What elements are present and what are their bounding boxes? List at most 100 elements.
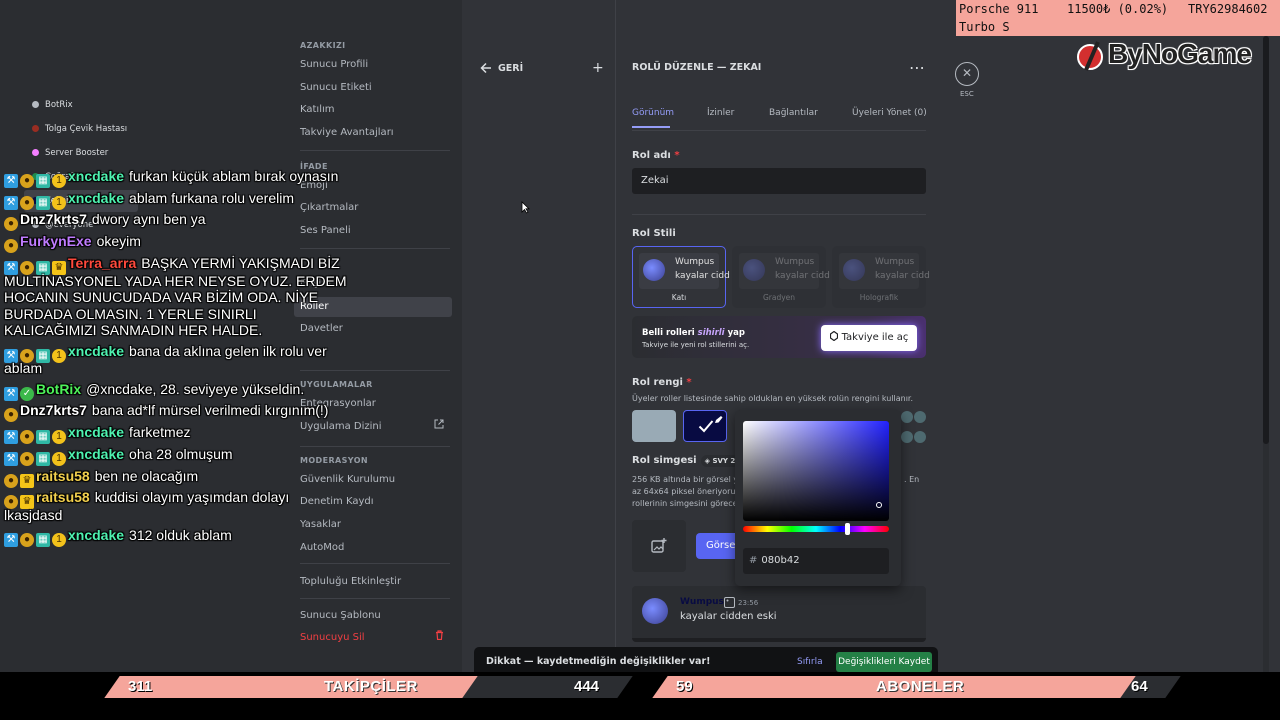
tab-manage-members[interactable]: Üyeleri Yönet (0)	[852, 108, 927, 118]
required-mark: *	[686, 377, 692, 388]
color-preset[interactable]	[901, 411, 913, 423]
chat-message: ● FurkynExe okeyim	[4, 233, 141, 254]
color-preset[interactable]	[914, 411, 926, 423]
chat-badge-mod-icon: ⚒	[4, 430, 18, 445]
style-card-holographic[interactable]: Wumpus kayalar cidd Holografik	[832, 246, 930, 308]
chat-badge-mod-icon: ⚒	[4, 174, 18, 188]
mouse-cursor-icon	[521, 201, 530, 217]
hue-slider[interactable]	[743, 523, 889, 535]
image-add-icon	[651, 538, 667, 557]
back-button[interactable]: GERİ	[480, 61, 530, 77]
server-level-badge: ◈ SVY 2	[700, 455, 740, 467]
role-name-label: Rol adı *	[632, 150, 680, 161]
chat-badge-gift-icon: ▦	[36, 533, 50, 548]
chat-message: ⚒ ● ▦ 1 xncdake ablam furkana rolu verelim	[4, 190, 294, 210]
avatar	[843, 259, 865, 281]
preview-message-text: kayalar cidden eski	[680, 611, 777, 622]
chat-text: BAŞKA YERMİ YAKIŞMADI BİZ	[141, 254, 340, 271]
style-card-gradient[interactable]: Wumpus kayalar cidd Gradyen	[732, 246, 830, 308]
chat-username: raitsu58	[36, 489, 90, 506]
chat-badge-sub-icon: ●	[20, 195, 34, 210]
chat-badge-sub-icon: ●	[20, 174, 34, 188]
style-preview-text: kayalar cidd	[675, 271, 730, 281]
default-color-swatch[interactable]	[632, 410, 676, 442]
pencil-icon	[714, 414, 723, 427]
color-preset[interactable]	[914, 431, 926, 443]
chat-text: 312 olduk ablam	[129, 527, 232, 544]
followers-title: TAKİPÇİLER	[324, 678, 418, 695]
trash-icon	[435, 628, 444, 648]
stream-chat-overlay: ⚒ ● ▦ 1 xncdake furkan küçük ablam bırak oyna…	[4, 0, 364, 600]
more-options-button[interactable]: ⋯	[909, 58, 925, 77]
tab-active-indicator	[632, 126, 670, 128]
chat-badge-mod-icon: ⚒	[4, 386, 18, 401]
avatar	[743, 259, 765, 281]
role-name-input[interactable]: Zekai	[632, 168, 926, 194]
style-preview-name: Wumpus	[675, 257, 715, 267]
chat-username: BotRix	[36, 380, 82, 397]
chat-text: dwory aynı ben ya	[91, 211, 206, 228]
style-card-solid[interactable]: Wumpus kayalar cidd Katı	[632, 246, 730, 308]
close-settings-button[interactable]: ✕	[955, 62, 979, 86]
saturation-value-area[interactable]	[743, 421, 889, 521]
chat-message: ● Dnz7krts7 bana ad*lf mürsel verilmedi kı…	[4, 402, 328, 423]
tab-links[interactable]: Bağlantılar	[769, 108, 818, 118]
chat-username: xncdake	[68, 168, 125, 184]
chat-badge-gift-icon: ▦	[36, 174, 50, 188]
chat-username: xncdake	[68, 189, 125, 206]
chat-badge-gift-icon: ▦	[36, 451, 50, 466]
boost-button-label: Takviye ile aç	[841, 332, 909, 343]
role-preview-message: Wumpus 23:56 kayalar cidden eski	[632, 586, 926, 642]
chat-badge-sub-icon: ●	[20, 430, 34, 445]
chat-badge-coin-icon: 1	[52, 174, 66, 188]
chat-text-continued: BURDADA OLMASIN. 1 YERLE SINIRLI	[4, 305, 257, 322]
role-icon-label: Rol simgesi ◈ SVY 2	[632, 455, 740, 467]
esc-label: ESC	[960, 90, 974, 98]
save-changes-button[interactable]: Değişiklikleri Kaydet	[836, 652, 932, 672]
tab-display[interactable]: Görünüm	[632, 108, 674, 118]
chat-badge-mod-icon: ⚒	[4, 195, 18, 210]
chat-badge-sub-icon: ●	[20, 451, 34, 466]
chat-username: FurkynExe	[20, 233, 92, 250]
hex-color-input[interactable]: #080b42	[743, 548, 889, 574]
chat-text-continued: ablam	[4, 360, 43, 377]
saturation-handle[interactable]	[876, 502, 882, 508]
custom-color-swatch[interactable]	[683, 410, 727, 442]
followers-stripe	[104, 676, 480, 698]
role-color-hint: Üyeler roller listesinde sahip oldukları…	[632, 394, 914, 403]
chat-text: @xncdake, 28. seviyeye yükseldin.	[86, 380, 305, 397]
role-color-label: Rol rengi *	[632, 377, 692, 388]
chat-badge-coin-icon: 1	[52, 195, 66, 210]
hue-handle[interactable]	[845, 523, 850, 535]
style-preview-text: kayalar cidd	[775, 271, 830, 281]
chat-text: okeyim	[96, 233, 141, 250]
sidebar-item-server-template[interactable]: Sunucu Şablonu	[294, 606, 452, 626]
role-icon-desc-1-end: . En	[904, 475, 920, 484]
tab-permissions[interactable]: İzinler	[707, 108, 734, 118]
unlock-with-boost-button[interactable]: Takviye ile aç	[821, 325, 917, 351]
scrollbar[interactable]	[1263, 36, 1269, 676]
checkmark-icon	[698, 419, 714, 436]
chat-text-continued: lkasjdasd	[4, 506, 63, 523]
chat-badge-sub-icon: ●	[4, 408, 18, 423]
chat-badge-sub-icon: ●	[4, 217, 18, 232]
color-preset[interactable]	[901, 431, 913, 443]
role-icon-desc-2: az 64x64 piksel öneriyoru	[632, 487, 736, 496]
scrollbar-thumb[interactable]	[1263, 36, 1269, 444]
chat-username: Terra_arra	[68, 254, 137, 271]
back-label: GERİ	[498, 63, 524, 74]
logo-mark-icon	[1076, 40, 1106, 75]
role-icon-placeholder[interactable]	[632, 520, 686, 572]
chat-badge-coin-icon: 1	[52, 533, 66, 548]
chat-text-continued: HOCANIN SUNUCUDADA VAR BİZİM ODA. NİYE	[4, 289, 319, 305]
sidebar-item-delete-server[interactable]: Sunucuyu Sil	[294, 628, 452, 648]
server-level-text: SVY 2	[712, 457, 736, 465]
chat-text: farketmez	[129, 424, 191, 441]
section-divider	[632, 214, 926, 215]
add-role-button[interactable]: +	[592, 60, 604, 76]
ticker-price: 11500₺ (0.02%)	[1067, 2, 1169, 16]
chat-badge-gift-icon: ▦	[36, 430, 50, 445]
ticker-variant: Turbo S	[959, 20, 1010, 34]
chat-text: kuddisi olayım yaşımdan dolayı	[94, 489, 290, 506]
style-preview: Wumpus kayalar cidd	[639, 253, 730, 289]
